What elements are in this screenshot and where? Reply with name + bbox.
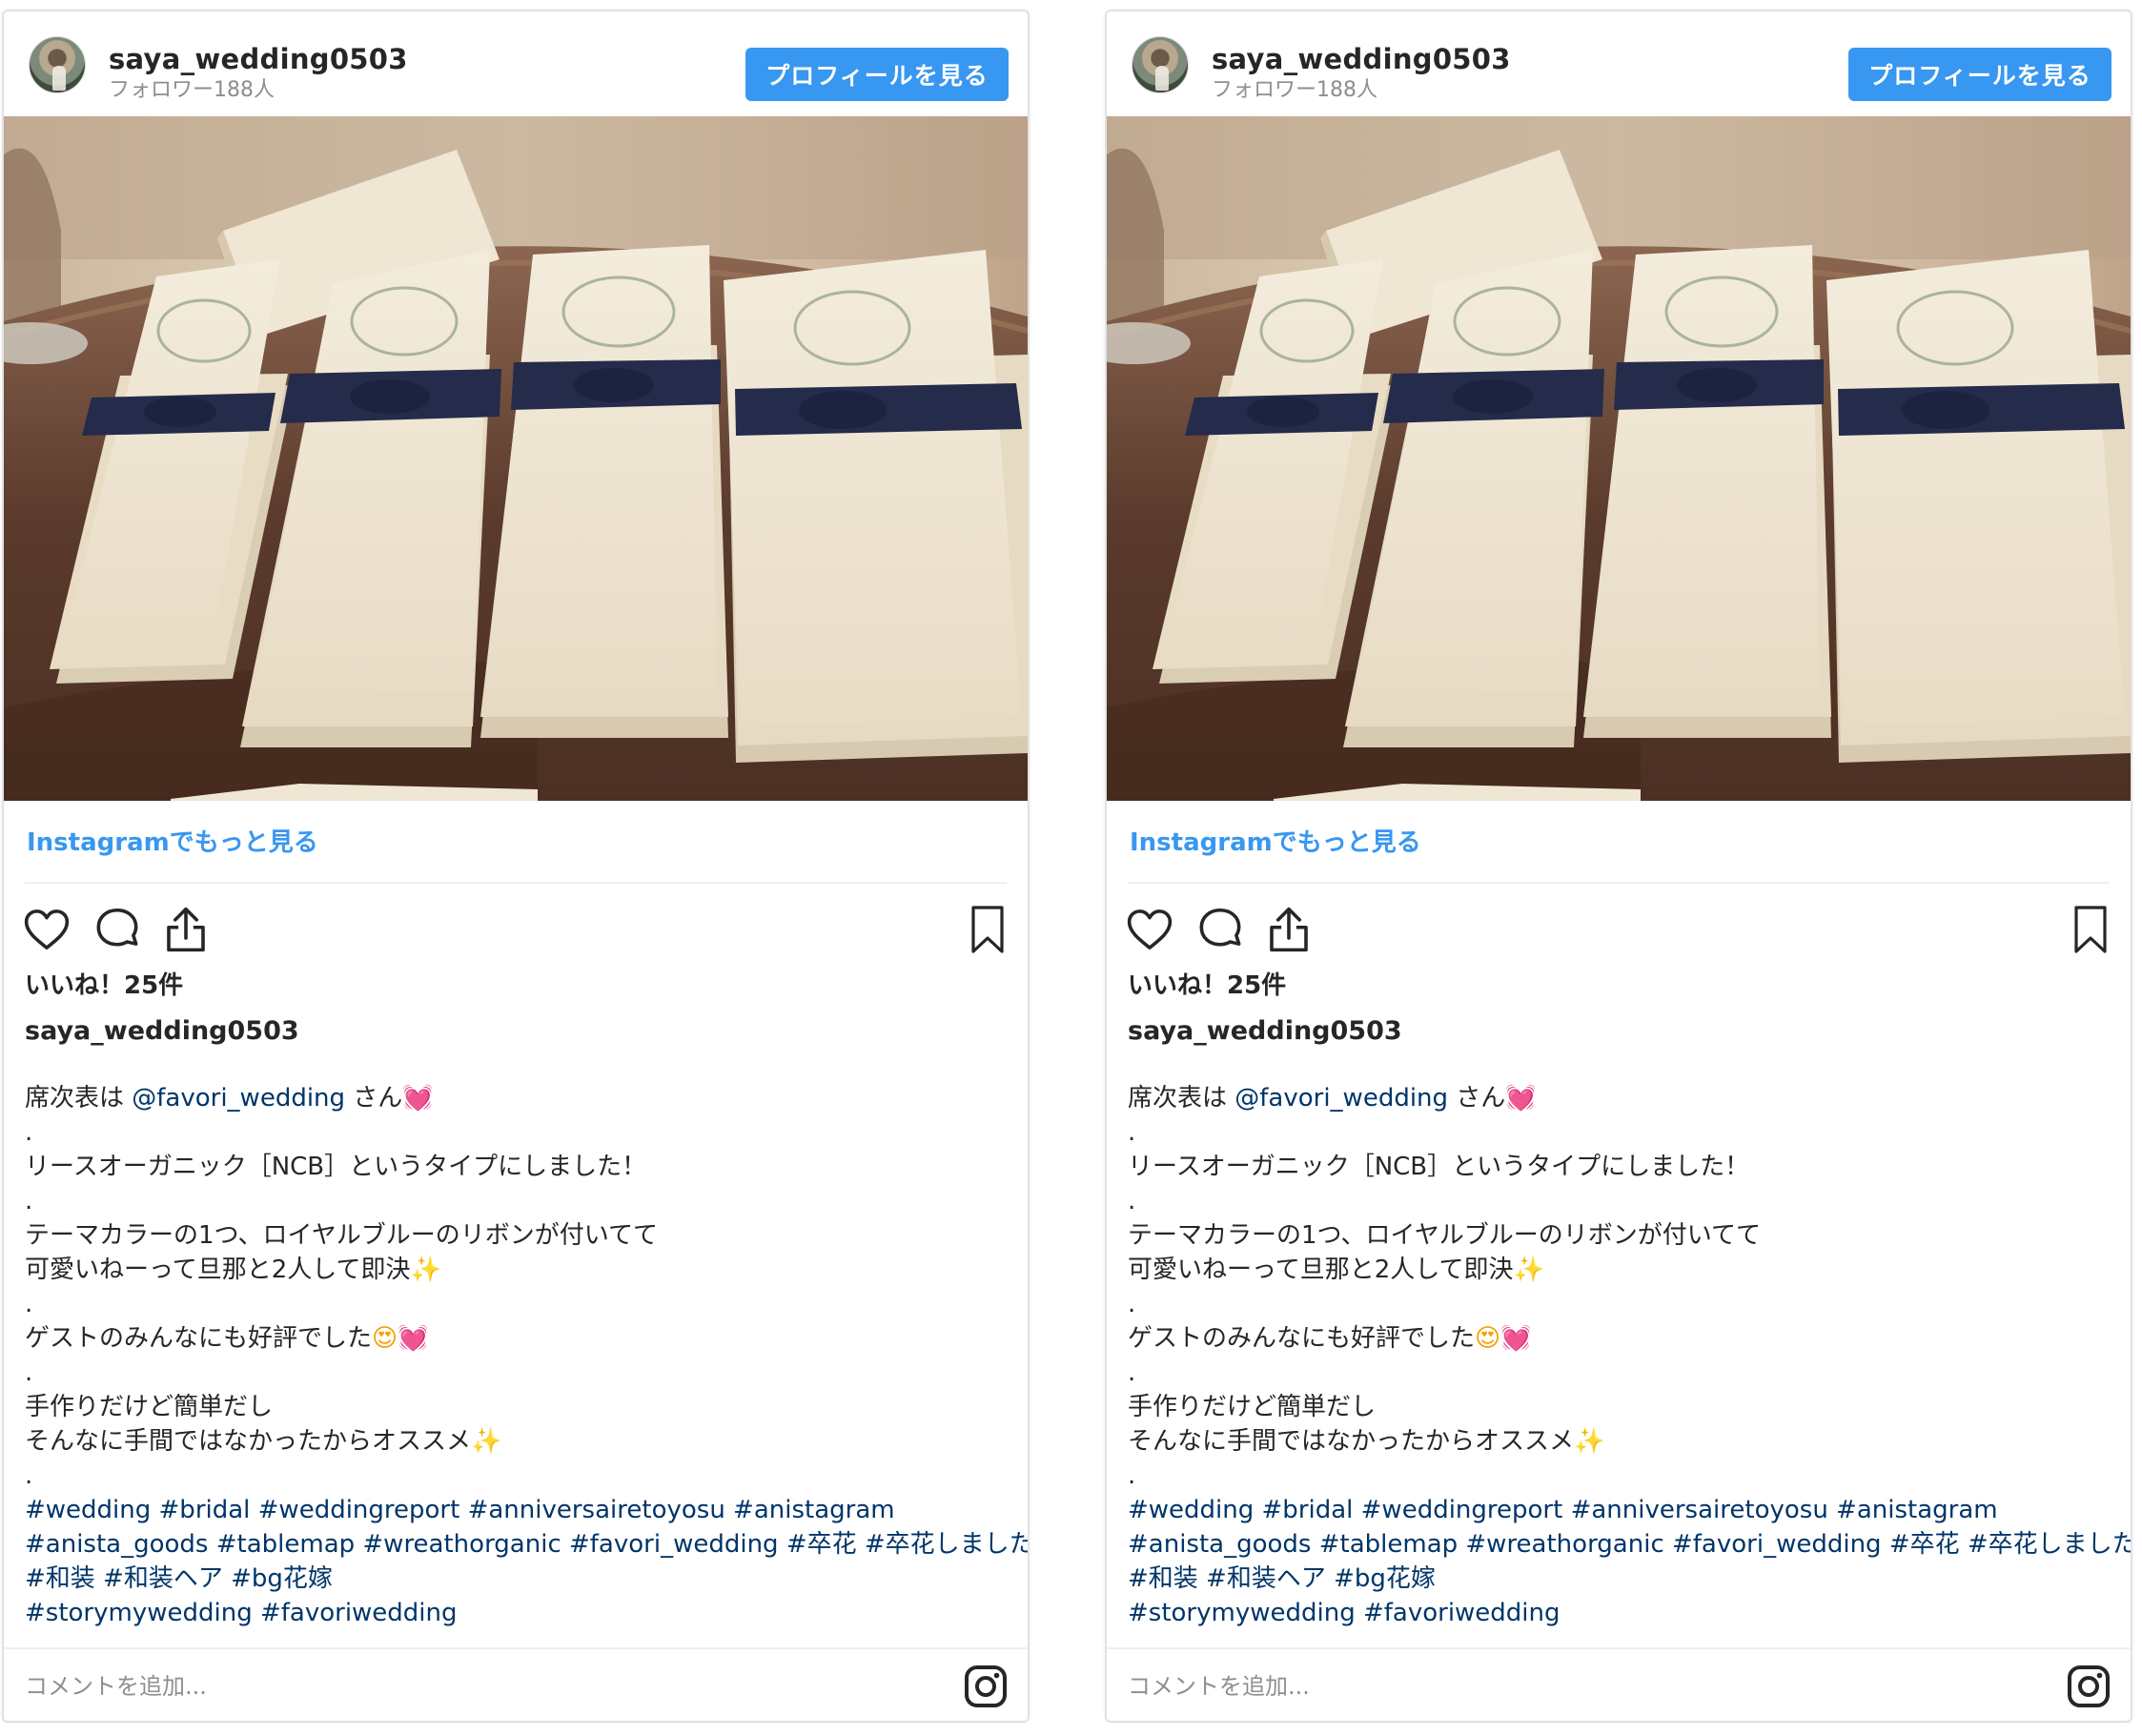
sparkle-emoji: ✨: [471, 1427, 502, 1456]
avatar[interactable]: [29, 36, 86, 93]
avatar[interactable]: [1132, 36, 1189, 93]
username[interactable]: saya_wedding0503: [1212, 44, 1511, 74]
caption-line: テーマカラーの1つ、ロイヤルブルーのリボンが付いてて: [1128, 1221, 1761, 1250]
heart-eyes-emoji: 😍: [372, 1324, 398, 1353]
instagram-logo-icon[interactable]: [963, 1664, 1009, 1709]
like-count[interactable]: いいね！25件: [1128, 970, 1286, 1001]
divider: [1128, 882, 2110, 884]
post-header: saya_wedding0503 フォロワー188人 プロフィールを見る: [4, 11, 1028, 116]
heart-eyes-emoji: 😍: [1475, 1324, 1501, 1353]
divider: [25, 882, 1007, 884]
caption-line: そんなに手間ではなかったからオススメ✨: [1128, 1424, 2110, 1459]
like-count[interactable]: いいね！25件: [25, 970, 183, 1001]
instagram-logo-icon[interactable]: [2066, 1664, 2111, 1709]
caption-line: .: [1128, 1118, 1136, 1147]
caption-line: リースオーガニック［NCB］というタイプにしました！: [25, 1153, 647, 1181]
caption-text: 席次表は @favori_wedding さん💓 . リースオーガニック［NCB…: [25, 1081, 1028, 1630]
caption-line: .: [1128, 1187, 1136, 1215]
caption-fragment: ゲストのみんなにも好評でした: [1128, 1324, 1476, 1353]
caption-line: .: [25, 1461, 33, 1490]
comment-input[interactable]: [1128, 1672, 1890, 1701]
hashtag-line[interactable]: #anista_goods #tablemap #wreathorganic #…: [25, 1527, 1028, 1562]
heart-emoji: 💓: [398, 1324, 429, 1353]
caption-line: ゲストのみんなにも好評でした😍💓: [1128, 1321, 2110, 1356]
caption-line: .: [25, 1358, 33, 1387]
hashtag-line[interactable]: #wedding #bridal #weddingreport #anniver…: [1128, 1493, 2110, 1527]
username[interactable]: saya_wedding0503: [109, 44, 408, 74]
caption-line: そんなに手間ではなかったからオススメ✨: [25, 1424, 1007, 1459]
caption-line: 可愛いねーって旦那と2人して即決✨: [1128, 1253, 2110, 1287]
photo-wedding-seating-charts: [4, 116, 1028, 801]
caption-line: .: [25, 1290, 33, 1318]
caption-fragment: 可愛いねーって旦那と2人して即決: [1128, 1256, 1514, 1284]
caption-fragment: ゲストのみんなにも好評でした: [25, 1324, 373, 1353]
caption-fragment: そんなに手間ではなかったからオススメ: [25, 1427, 472, 1456]
caption-line: .: [1128, 1358, 1136, 1387]
instagram-embed-card: saya_wedding0503 フォロワー188人 プロフィールを見る Ins…: [2, 10, 1030, 1723]
caption-fragment: さん: [1448, 1084, 1506, 1113]
divider: [4, 1647, 1028, 1649]
share-upload-icon[interactable]: [160, 904, 212, 955]
sparkle-emoji: ✨: [410, 1256, 441, 1284]
hashtag-line[interactable]: #和装 #和装ヘア #bg花嫁: [1128, 1562, 2110, 1596]
caption-line: 手作りだけど簡単だし: [1128, 1393, 1377, 1421]
bookmark-icon[interactable]: [2070, 904, 2111, 955]
mention-link[interactable]: @favori_wedding: [132, 1084, 345, 1113]
caption-fragment: そんなに手間ではなかったからオススメ: [1128, 1427, 1575, 1456]
hashtag-line[interactable]: #storymywedding #favoriwedding: [25, 1596, 1007, 1630]
view-more-on-instagram-link[interactable]: Instagramでもっと見る: [1130, 827, 1421, 858]
hashtag-line[interactable]: #anista_goods #tablemap #wreathorganic #…: [1128, 1527, 2131, 1562]
caption-line: 席次表は @favori_wedding さん💓: [1128, 1081, 2110, 1115]
caption-fragment: 席次表は: [25, 1084, 133, 1113]
sparkle-emoji: ✨: [1574, 1427, 1605, 1456]
caption-line: 可愛いねーって旦那と2人して即決✨: [25, 1253, 1007, 1287]
speech-bubble-icon[interactable]: [1194, 904, 1246, 955]
caption-line: 席次表は @favori_wedding さん💓: [25, 1081, 1007, 1115]
post-header: saya_wedding0503 フォロワー188人 プロフィールを見る: [1107, 11, 2131, 116]
caption-fragment: 席次表は: [1128, 1084, 1235, 1113]
post-photo[interactable]: [4, 116, 1028, 801]
speech-bubble-icon[interactable]: [92, 904, 143, 955]
caption-line: ゲストのみんなにも好評でした😍💓: [25, 1321, 1007, 1356]
caption-fragment: さん: [345, 1084, 403, 1113]
heart-emoji: 💓: [1500, 1324, 1532, 1353]
instagram-embed-card: saya_wedding0503 フォロワー188人 プロフィールを見る Ins…: [1105, 10, 2132, 1723]
follower-count: フォロワー188人: [1212, 78, 1377, 102]
action-bar: [1107, 898, 2131, 965]
heart-emoji: 💓: [1505, 1084, 1537, 1113]
caption-line: .: [25, 1187, 33, 1215]
caption-line: リースオーガニック［NCB］というタイプにしました！: [1128, 1153, 1750, 1181]
hashtag-line[interactable]: #wedding #bridal #weddingreport #anniver…: [25, 1493, 1007, 1527]
heart-outline-icon[interactable]: [21, 904, 72, 955]
view-profile-button[interactable]: プロフィールを見る: [1848, 48, 2111, 101]
caption-line: .: [1128, 1461, 1136, 1490]
caption-text: 席次表は @favori_wedding さん💓 . リースオーガニック［NCB…: [1128, 1081, 2131, 1630]
follower-count: フォロワー188人: [109, 78, 275, 102]
seating-chart-stack-4: [1826, 250, 2131, 763]
caption-line: テーマカラーの1つ、ロイヤルブルーのリボンが付いてて: [25, 1221, 658, 1250]
mention-link[interactable]: @favori_wedding: [1234, 1084, 1448, 1113]
caption-line: .: [25, 1118, 33, 1147]
caption-username[interactable]: saya_wedding0503: [25, 1016, 299, 1047]
action-bar: [4, 898, 1028, 965]
heart-outline-icon[interactable]: [1124, 904, 1175, 955]
post-photo[interactable]: [1107, 116, 2131, 801]
view-profile-button[interactable]: プロフィールを見る: [745, 48, 1009, 101]
photo-wedding-seating-charts: [1107, 116, 2131, 801]
heart-emoji: 💓: [402, 1084, 434, 1113]
caption-line: .: [1128, 1290, 1136, 1318]
hashtag-line[interactable]: #storymywedding #favoriwedding: [1128, 1596, 2110, 1630]
caption-fragment: 可愛いねーって旦那と2人して即決: [25, 1256, 411, 1284]
hashtag-line[interactable]: #和装 #和装ヘア #bg花嫁: [25, 1562, 1007, 1596]
caption-line: 手作りだけど簡単だし: [25, 1393, 274, 1421]
share-upload-icon[interactable]: [1263, 904, 1315, 955]
view-more-on-instagram-link[interactable]: Instagramでもっと見る: [27, 827, 318, 858]
sparkle-emoji: ✨: [1513, 1256, 1544, 1284]
caption-username[interactable]: saya_wedding0503: [1128, 1016, 1402, 1047]
bookmark-icon[interactable]: [967, 904, 1009, 955]
seating-chart-stack-4: [724, 250, 1028, 763]
divider: [1107, 1647, 2131, 1649]
comment-input[interactable]: [25, 1672, 787, 1701]
